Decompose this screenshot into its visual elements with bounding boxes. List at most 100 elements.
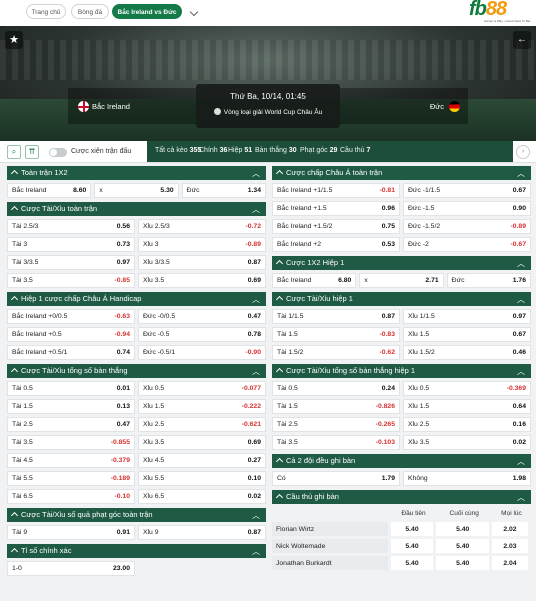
- odds-button[interactable]: 5.40: [436, 539, 492, 553]
- odds-button[interactable]: Tài 2.5 0.47: [7, 417, 135, 432]
- tab-cau-thu[interactable]: Cầu thủ 7: [340, 147, 370, 154]
- odds-button[interactable]: Xỉu 2.5 -0.621: [138, 417, 266, 432]
- odds-button[interactable]: Xỉu 1.5 0.67: [403, 327, 531, 342]
- odds-button[interactable]: 2.04: [491, 556, 531, 570]
- market-header[interactable]: Cả 2 đội đều ghi bàn ︿: [272, 454, 531, 468]
- back-arrow-icon[interactable]: ←: [513, 31, 531, 49]
- odds-button[interactable]: Không 1.98: [403, 471, 531, 486]
- market-header[interactable]: Cầu thủ ghi bàn ︿: [272, 490, 531, 504]
- market-header[interactable]: Hiệp 1 cược chấp Châu Á Handicap ︿: [7, 292, 266, 306]
- odds-button[interactable]: Tài 1.5 -0.826: [272, 399, 400, 414]
- odds-button[interactable]: Xỉu 1.5 -0.222: [138, 399, 266, 414]
- favorite-star-icon[interactable]: ★: [5, 31, 23, 49]
- odds-button[interactable]: Bắc Ireland 8.60: [7, 183, 92, 198]
- collapse-all-icon[interactable]: ⇈: [25, 145, 39, 159]
- odds-button[interactable]: Xỉu 0.5 -0.077: [138, 381, 266, 396]
- collapse-icon[interactable]: ︿: [517, 167, 525, 181]
- odds-button[interactable]: Đức -2 -0.67: [403, 237, 531, 252]
- collapse-icon[interactable]: ︿: [517, 257, 525, 271]
- odds-button[interactable]: Tài 0.5 0.24: [272, 381, 400, 396]
- market-header[interactable]: Cược Tài/Xỉu tổng số bàn thắng ︿: [7, 364, 266, 378]
- odds-button[interactable]: Đức -1.5 0.90: [403, 201, 531, 216]
- odds-button[interactable]: Xỉu 1/1.5 0.97: [403, 309, 531, 324]
- odds-button[interactable]: Xỉu 3.5 0.02: [403, 435, 531, 450]
- odds-button[interactable]: Xỉu 2.5 0.16: [403, 417, 531, 432]
- tab-chinh[interactable]: Chính 36: [199, 147, 227, 154]
- odds-button[interactable]: Tài 5.5 -0.189: [7, 471, 135, 486]
- odds-button[interactable]: Tài 3.5 -0.855: [7, 435, 135, 450]
- odds-button[interactable]: Bắc Ireland +1/1.5 -0.81: [272, 183, 400, 198]
- odds-button[interactable]: Xỉu 6.5 0.02: [138, 489, 266, 504]
- odds-button[interactable]: 5.40: [436, 556, 492, 570]
- odds-button[interactable]: Xỉu 5.5 0.10: [138, 471, 266, 486]
- odds-button[interactable]: Xỉu 1.5 0.64: [403, 399, 531, 414]
- odds-button[interactable]: Bắc Ireland +0/0.5 -0.63: [7, 309, 135, 324]
- odds-button[interactable]: Xỉu 4.5 0.27: [138, 453, 266, 468]
- odds-button[interactable]: 2.03: [491, 539, 531, 553]
- market-header[interactable]: Cược 1X2 Hiệp 1 ︿: [272, 256, 531, 270]
- parlay-toggle[interactable]: [49, 148, 67, 157]
- market-header[interactable]: Toàn trận 1X2 ︿: [7, 166, 266, 180]
- odds-button[interactable]: Tài 6.5 -0.10: [7, 489, 135, 504]
- tab-ban-thang[interactable]: Bàn thắng 30: [255, 147, 297, 154]
- odds-button[interactable]: Đức 1.76: [446, 273, 531, 288]
- market-header[interactable]: Tỉ số chính xác ︿: [7, 544, 266, 558]
- odds-button[interactable]: Tài 9 0.91: [7, 525, 135, 540]
- collapse-icon[interactable]: ︿: [252, 509, 260, 523]
- odds-button[interactable]: Tài 2.5/3 0.56: [7, 219, 135, 234]
- odds-button[interactable]: Xỉu 3/3.5 0.87: [138, 255, 266, 270]
- odds-button[interactable]: Có 1.79: [272, 471, 400, 486]
- tab-hiep[interactable]: Hiệp 51: [228, 147, 252, 154]
- odds-button[interactable]: Đức -0.5 0.78: [138, 327, 266, 342]
- odds-button[interactable]: Bắc Ireland +1.5/2 0.75: [272, 219, 400, 234]
- breadcrumb-football[interactable]: Bóng đá: [71, 4, 109, 19]
- odds-button[interactable]: Tài 1.5/2 -0.62: [272, 345, 400, 360]
- odds-button[interactable]: 5.40: [436, 522, 492, 536]
- collapse-icon[interactable]: ︿: [517, 365, 525, 379]
- market-header[interactable]: Cược Tài/Xỉu toàn trận ︿: [7, 202, 266, 216]
- market-header[interactable]: Cược Tài/Xỉu hiệp 1 ︿: [272, 292, 531, 306]
- collapse-icon[interactable]: ︿: [252, 167, 260, 181]
- chevron-right-icon[interactable]: ›: [516, 145, 530, 159]
- market-header[interactable]: Cược chấp Châu Á toàn trận ︿: [272, 166, 531, 180]
- odds-button[interactable]: Tài 3/3.5 0.97: [7, 255, 135, 270]
- odds-button[interactable]: 5.40: [390, 556, 437, 570]
- collapse-icon[interactable]: ︿: [252, 545, 260, 559]
- odds-button[interactable]: Bắc Ireland +0.5 -0.94: [7, 327, 135, 342]
- odds-button[interactable]: Đức -0.5/1 -0.90: [138, 345, 266, 360]
- chevron-down-icon[interactable]: [189, 7, 199, 17]
- tab-tat-ca-keo[interactable]: Tất cả kèo 355: [155, 147, 201, 154]
- odds-button[interactable]: 1-0 23.00: [7, 561, 135, 576]
- collapse-icon[interactable]: ︿: [252, 365, 260, 379]
- odds-button[interactable]: Bắc Ireland +2 0.53: [272, 237, 400, 252]
- odds-button[interactable]: Tài 4.5 -0.379: [7, 453, 135, 468]
- odds-button[interactable]: Tài 0.5 0.01: [7, 381, 135, 396]
- tab-phat-goc[interactable]: Phạt góc 29: [300, 147, 337, 154]
- odds-button[interactable]: Tài 1.5 -0.83: [272, 327, 400, 342]
- odds-button[interactable]: Xỉu 3 -0.89: [138, 237, 266, 252]
- odds-button[interactable]: Tài 2.5 -0.265: [272, 417, 400, 432]
- odds-button[interactable]: x 2.71: [359, 273, 444, 288]
- odds-button[interactable]: x 5.30: [94, 183, 179, 198]
- odds-button[interactable]: Xỉu 0.5 -0.369: [403, 381, 531, 396]
- odds-button[interactable]: Xỉu 2.5/3 -0.72: [138, 219, 266, 234]
- odds-button[interactable]: Đức -0/0.5 0.47: [138, 309, 266, 324]
- odds-button[interactable]: Tài 1.5 0.13: [7, 399, 135, 414]
- odds-button[interactable]: Bắc Ireland +1.5 0.96: [272, 201, 400, 216]
- market-header[interactable]: Cược Tài/Xỉu tổng số bàn thắng hiệp 1 ︿: [272, 364, 531, 378]
- search-icon[interactable]: ⌕: [7, 145, 21, 159]
- odds-button[interactable]: Tài 3 0.73: [7, 237, 135, 252]
- collapse-icon[interactable]: ︿: [517, 491, 525, 505]
- collapse-icon[interactable]: ︿: [517, 293, 525, 307]
- breadcrumb-match[interactable]: Bắc Ireland vs Đức: [112, 4, 182, 19]
- odds-button[interactable]: Xỉu 3.5 0.69: [138, 273, 266, 288]
- odds-button[interactable]: 5.40: [390, 522, 437, 536]
- odds-button[interactable]: 2.02: [491, 522, 531, 536]
- odds-button[interactable]: Bắc Ireland 6.80: [272, 273, 357, 288]
- odds-button[interactable]: 5.40: [390, 539, 437, 553]
- odds-button[interactable]: Tài 3.5 -0.103: [272, 435, 400, 450]
- collapse-icon[interactable]: ︿: [252, 203, 260, 217]
- market-header[interactable]: Cược Tài/Xỉu số quả phạt góc toàn trận ︿: [7, 508, 266, 522]
- odds-button[interactable]: Tài 3.5 -0.85: [7, 273, 135, 288]
- odds-button[interactable]: Bắc Ireland +0.5/1 0.74: [7, 345, 135, 360]
